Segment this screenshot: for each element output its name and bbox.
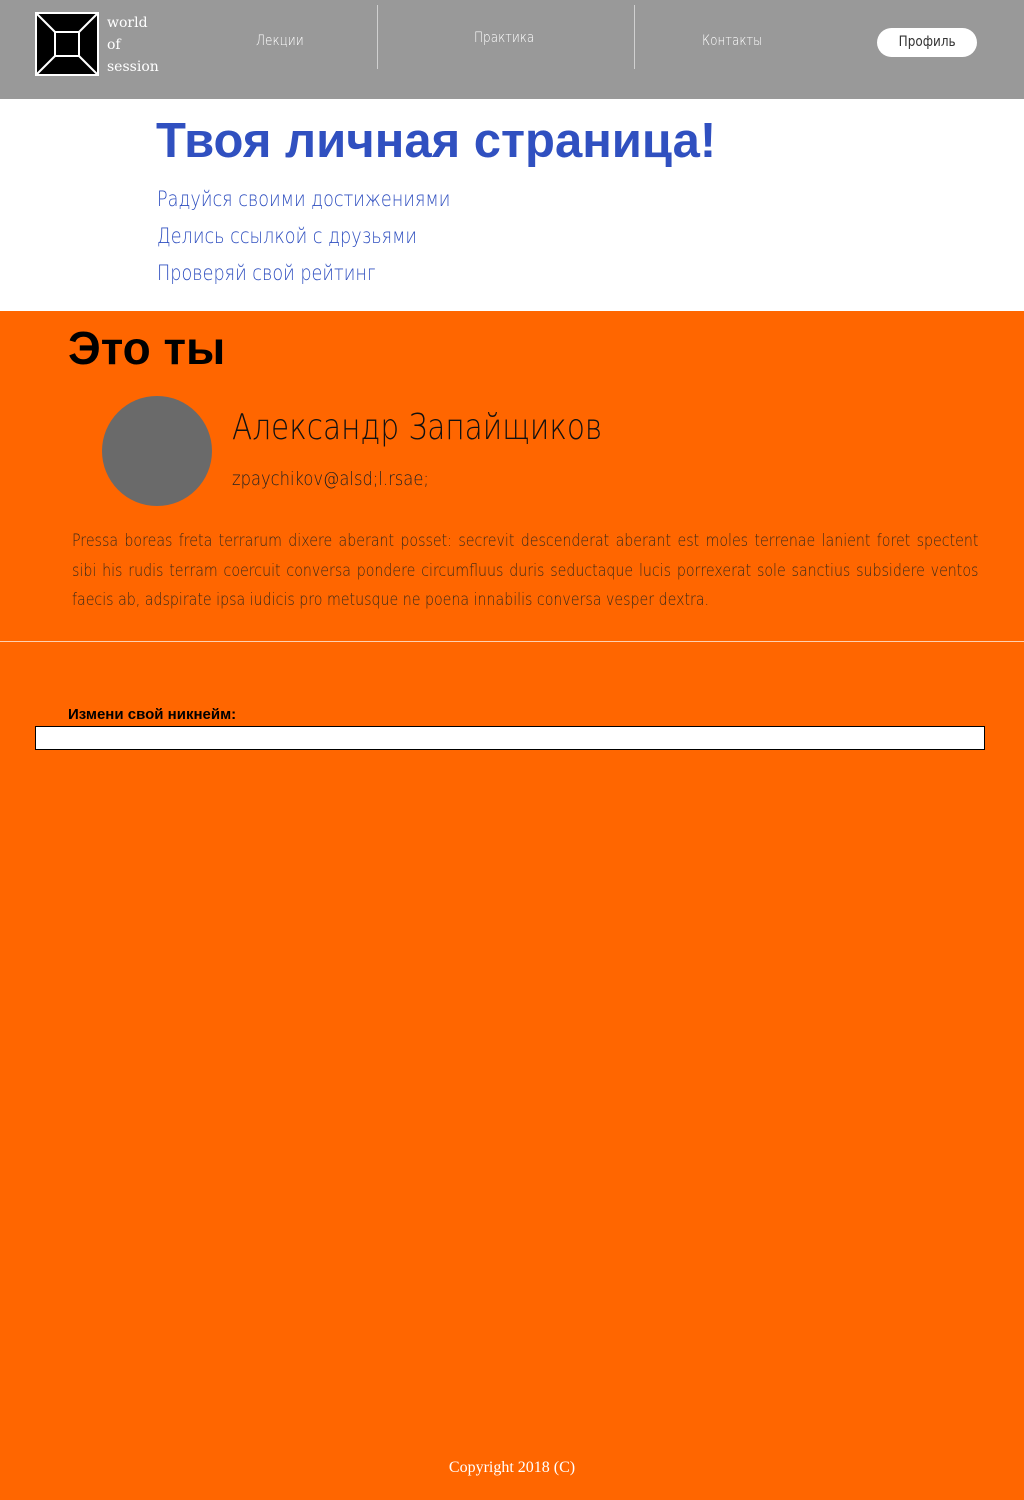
- hero-line-achievements: Радуйся своими достижениями: [157, 187, 451, 211]
- logo-line: session: [107, 59, 159, 75]
- nav-link-practice[interactable]: Практика: [474, 30, 534, 46]
- nickname-label: Измени свой никнейм:: [68, 706, 237, 723]
- logo-text[interactable]: world of session: [107, 12, 159, 78]
- nickname-input[interactable]: [35, 726, 985, 750]
- copyright-text: Copyright 2018 (C): [448, 1459, 576, 1476]
- profile-button[interactable]: Профиль: [877, 28, 977, 57]
- user-name: Александр Запайщиков: [232, 407, 603, 448]
- nav-divider: [377, 5, 378, 69]
- avatar: [102, 396, 212, 506]
- user-bio: Pressa boreas freta terrarum dixere aber…: [72, 531, 979, 609]
- logo-icon[interactable]: [35, 12, 99, 76]
- hero-section: Твоя личная страница! Радуйся своими дос…: [0, 99, 1024, 311]
- top-navigation-bar: world of session Лекции Практика Контакт…: [0, 0, 1024, 99]
- profile-button-label: Профиль: [898, 34, 956, 50]
- logo-line: world: [107, 15, 148, 31]
- page-title: Твоя личная страница!: [156, 114, 717, 168]
- section-divider: [0, 641, 1024, 642]
- hero-line-rating: Проверяй свой рейтинг: [157, 261, 376, 285]
- user-email: zpaychikov@alsd;l.rsae;: [232, 468, 429, 490]
- nav-link-lectures[interactable]: Лекции: [256, 33, 304, 49]
- section-title: Это ты: [68, 322, 226, 374]
- logo-line: of: [107, 37, 121, 53]
- hero-line-share: Делись ссылкой с друзьями: [157, 224, 417, 248]
- nav-link-contacts[interactable]: Контакты: [702, 33, 762, 49]
- nav-divider: [634, 5, 635, 69]
